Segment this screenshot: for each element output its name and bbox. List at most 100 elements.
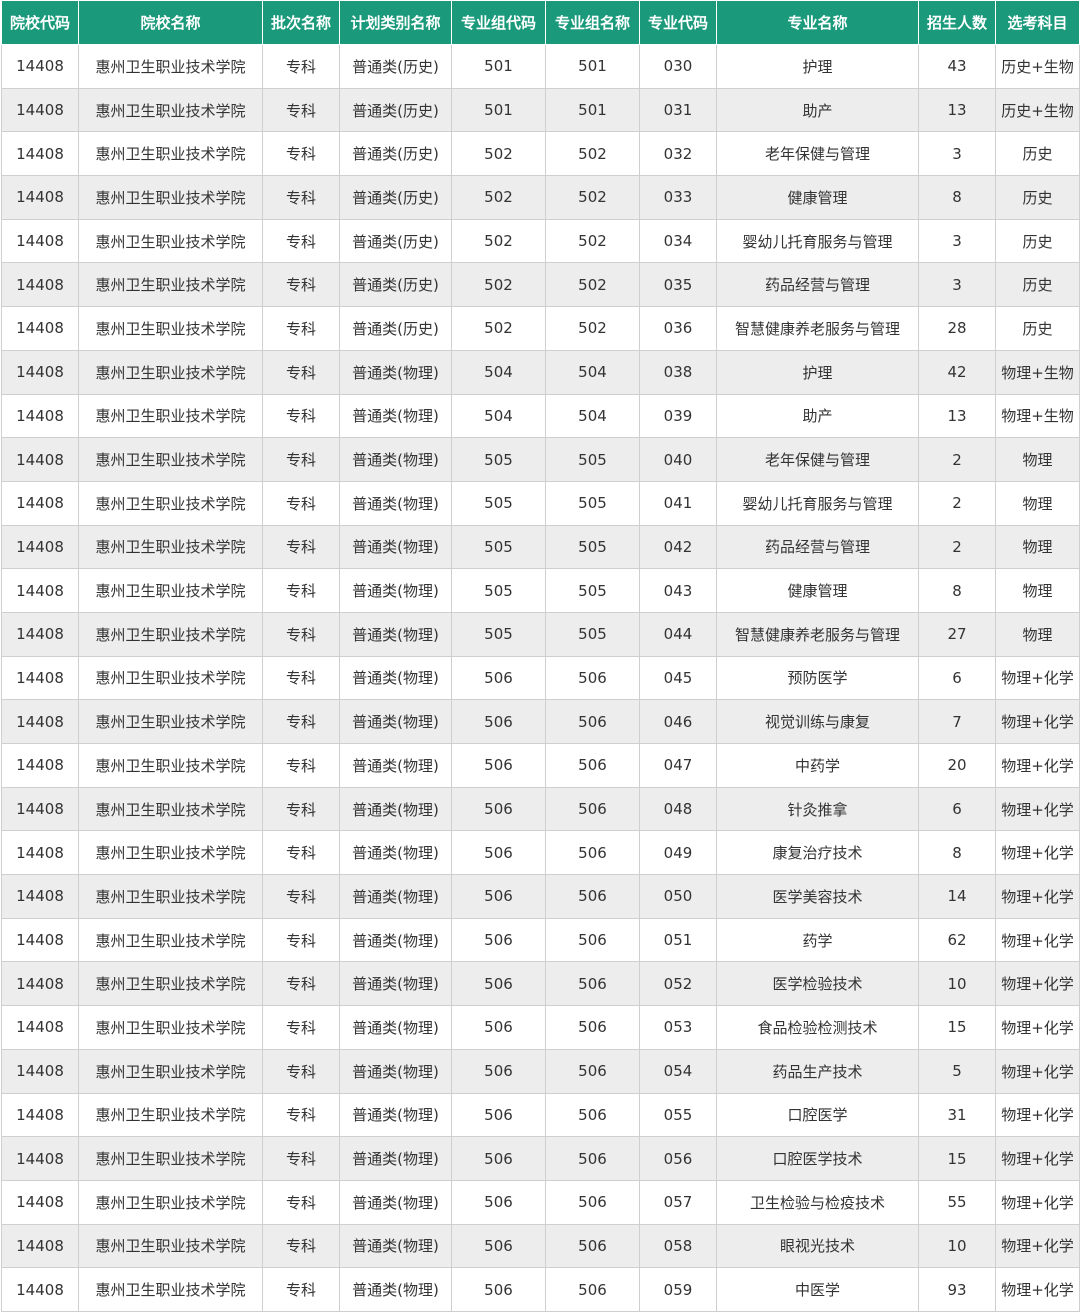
- cell-plan-category: 普通类(物理): [339, 568, 452, 613]
- cell-required-subjects: 物理+化学: [995, 961, 1080, 1007]
- cell-major-group-name: 506: [545, 655, 640, 701]
- cell-school-code: 14408: [1, 306, 79, 351]
- cell-enrollment-count: 27: [918, 611, 996, 657]
- cell-enrollment-count: 62: [918, 917, 996, 963]
- cell-required-subjects: 历史+生物: [995, 44, 1080, 89]
- cell-major-group-name: 505: [545, 480, 640, 526]
- cell-major-group-code: 502: [451, 175, 546, 220]
- table-row: 14408 惠州卫生职业技术学院 专科 普通类(历史) 502 502 032 老年保健与管理…: [1, 131, 1080, 177]
- cell-major-name: 助产: [716, 87, 919, 133]
- cell-school-name: 惠州卫生职业技术学院: [78, 917, 263, 963]
- cell-school-code: 14408: [1, 699, 79, 744]
- cell-school-code: 14408: [1, 1223, 79, 1269]
- cell-major-name: 药品经营与管理: [716, 262, 919, 308]
- cell-batch-name: 专科: [262, 131, 340, 177]
- cell-major-group-name: 505: [545, 568, 640, 613]
- table-row: 14408 惠州卫生职业技术学院 专科 普通类(历史) 501 501 030 护理 43 历史+…: [1, 44, 1080, 89]
- cell-major-group-name: 506: [545, 961, 640, 1007]
- cell-major-group-name: 506: [545, 786, 640, 832]
- cell-major-name: 智慧健康养老服务与管理: [716, 306, 919, 351]
- cell-plan-category: 普通类(历史): [339, 175, 452, 220]
- cell-major-group-name: 505: [545, 437, 640, 482]
- table-row: 14408 惠州卫生职业技术学院 专科 普通类(历史) 502 502 034 婴幼儿托育服务…: [1, 218, 1080, 264]
- cell-major-group-code: 506: [451, 874, 546, 919]
- cell-major-group-name: 504: [545, 349, 640, 395]
- cell-plan-category: 普通类(物理): [339, 786, 452, 832]
- cell-major-code: 053: [639, 1005, 717, 1050]
- cell-school-name: 惠州卫生职业技术学院: [78, 743, 263, 788]
- table-row: 14408 惠州卫生职业技术学院 专科 普通类(物理) 505 505 041 婴幼儿托育服务…: [1, 480, 1080, 526]
- cell-batch-name: 专科: [262, 306, 340, 351]
- cell-school-name: 惠州卫生职业技术学院: [78, 1092, 263, 1138]
- cell-school-name: 惠州卫生职业技术学院: [78, 786, 263, 832]
- cell-major-name: 药品经营与管理: [716, 524, 919, 570]
- cell-school-code: 14408: [1, 87, 79, 133]
- cell-plan-category: 普通类(物理): [339, 655, 452, 701]
- cell-major-name: 医学检验技术: [716, 961, 919, 1007]
- cell-school-code: 14408: [1, 524, 79, 570]
- cell-enrollment-count: 43: [918, 44, 996, 89]
- cell-required-subjects: 物理+化学: [995, 874, 1080, 919]
- cell-school-name: 惠州卫生职业技术学院: [78, 655, 263, 701]
- cell-major-code: 042: [639, 524, 717, 570]
- cell-plan-category: 普通类(物理): [339, 1267, 452, 1312]
- cell-major-group-name: 501: [545, 44, 640, 89]
- cell-major-code: 054: [639, 1048, 717, 1094]
- table-row: 14408 惠州卫生职业技术学院 专科 普通类(物理) 506 506 048 针灸推拿 6 物理…: [1, 786, 1080, 832]
- cell-major-group-name: 506: [545, 1092, 640, 1138]
- cell-enrollment-count: 2: [918, 480, 996, 526]
- table-row: 14408 惠州卫生职业技术学院 专科 普通类(历史) 502 502 036 智慧健康养老服…: [1, 306, 1080, 351]
- cell-batch-name: 专科: [262, 743, 340, 788]
- cell-major-name: 食品检验检测技术: [716, 1005, 919, 1050]
- table-row: 14408 惠州卫生职业技术学院 专科 普通类(历史) 501 501 031 助产 13 历史+…: [1, 87, 1080, 133]
- cell-school-name: 惠州卫生职业技术学院: [78, 262, 263, 308]
- cell-plan-category: 普通类(历史): [339, 131, 452, 177]
- table-header: 院校代码 院校名称 批次名称 计划类别名称 专业组代码 专业组名称 专业代码 专…: [1, 0, 1080, 45]
- cell-enrollment-count: 42: [918, 349, 996, 395]
- cell-major-group-code: 502: [451, 306, 546, 351]
- cell-batch-name: 专科: [262, 917, 340, 963]
- cell-plan-category: 普通类(物理): [339, 699, 452, 744]
- table-row: 14408 惠州卫生职业技术学院 专科 普通类(物理) 506 506 050 医学美容技术 1…: [1, 874, 1080, 919]
- cell-school-name: 惠州卫生职业技术学院: [78, 306, 263, 351]
- cell-major-group-name: 506: [545, 917, 640, 963]
- cell-batch-name: 专科: [262, 218, 340, 264]
- cell-major-name: 卫生检验与检疫技术: [716, 1179, 919, 1225]
- cell-batch-name: 专科: [262, 1267, 340, 1312]
- cell-school-name: 惠州卫生职业技术学院: [78, 830, 263, 876]
- cell-school-code: 14408: [1, 961, 79, 1007]
- cell-school-code: 14408: [1, 218, 79, 264]
- cell-school-code: 14408: [1, 1179, 79, 1225]
- cell-required-subjects: 物理+生物: [995, 349, 1080, 395]
- cell-school-code: 14408: [1, 568, 79, 613]
- table-row: 14408 惠州卫生职业技术学院 专科 普通类(物理) 504 504 039 助产 13 物理+…: [1, 393, 1080, 439]
- cell-major-group-code: 506: [451, 1048, 546, 1094]
- cell-major-group-code: 502: [451, 262, 546, 308]
- cell-plan-category: 普通类(物理): [339, 480, 452, 526]
- table-row: 14408 惠州卫生职业技术学院 专科 普通类(物理) 506 506 049 康复治疗技术 8…: [1, 830, 1080, 876]
- cell-major-name: 康复治疗技术: [716, 830, 919, 876]
- cell-enrollment-count: 15: [918, 1005, 996, 1050]
- cell-batch-name: 专科: [262, 568, 340, 613]
- cell-batch-name: 专科: [262, 393, 340, 439]
- cell-plan-category: 普通类(历史): [339, 87, 452, 133]
- cell-major-group-code: 506: [451, 1267, 546, 1312]
- table-row: 14408 惠州卫生职业技术学院 专科 普通类(物理) 506 506 054 药品生产技术 5…: [1, 1048, 1080, 1094]
- cell-enrollment-count: 31: [918, 1092, 996, 1138]
- cell-batch-name: 专科: [262, 524, 340, 570]
- cell-school-code: 14408: [1, 349, 79, 395]
- cell-major-group-code: 501: [451, 44, 546, 89]
- cell-major-code: 050: [639, 874, 717, 919]
- cell-required-subjects: 物理: [995, 568, 1080, 613]
- cell-school-code: 14408: [1, 480, 79, 526]
- cell-enrollment-count: 8: [918, 568, 996, 613]
- cell-major-group-code: 506: [451, 743, 546, 788]
- cell-batch-name: 专科: [262, 1136, 340, 1181]
- cell-major-group-code: 505: [451, 480, 546, 526]
- cell-school-code: 14408: [1, 1136, 79, 1181]
- header-major-code: 专业代码: [639, 0, 717, 45]
- cell-required-subjects: 物理+化学: [995, 1267, 1080, 1312]
- cell-major-group-code: 506: [451, 830, 546, 876]
- cell-major-name: 针灸推拿: [716, 786, 919, 832]
- cell-major-name: 预防医学: [716, 655, 919, 701]
